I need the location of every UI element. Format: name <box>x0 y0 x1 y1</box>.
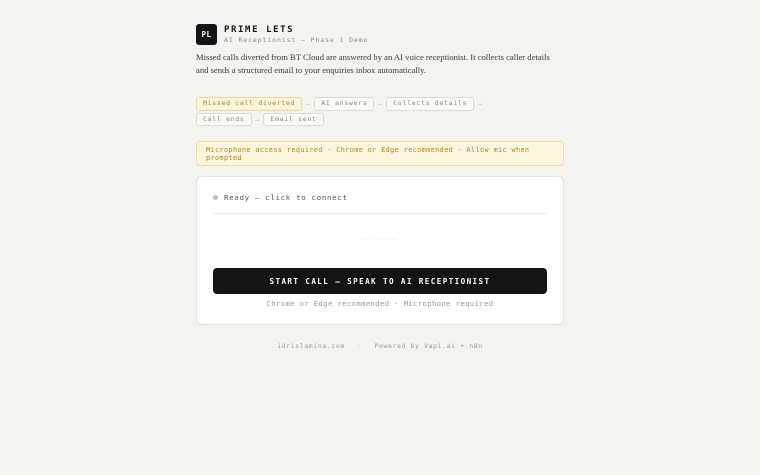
flow-arrow-icon: → <box>478 100 483 109</box>
footer-separator: · <box>357 342 362 350</box>
footer-site-link[interactable]: idrislamina.com <box>277 342 345 350</box>
logo: PL <box>196 24 217 45</box>
call-status: Ready — click to connect <box>213 193 348 202</box>
flow-step-email-sent: Email sent <box>263 112 324 127</box>
header-titles: PRIME LETS AI Receptionist — Phase 1 Dem… <box>224 24 369 44</box>
status-dot-icon <box>213 195 218 201</box>
status-text: Ready — click to connect <box>224 193 348 203</box>
flow-step-call-ends: Call ends <box>196 112 252 127</box>
flow-arrow-icon: → <box>255 115 260 124</box>
transcript-placeholder: ·········· <box>361 237 399 244</box>
flow-arrow-icon: → <box>378 100 383 109</box>
header: PL PRIME LETS AI Receptionist — Phase 1 … <box>196 24 564 45</box>
main-container: PL PRIME LETS AI Receptionist — Phase 1 … <box>196 24 564 326</box>
brand-title: PRIME LETS <box>224 24 295 35</box>
start-call-button[interactable]: START CALL — SPEAK TO AI RECEPTIONIST <box>213 268 547 295</box>
description: Missed calls diverted from BT Cloud are … <box>196 52 550 76</box>
call-panel: Ready — click to connect ·········· STAR… <box>196 176 564 326</box>
footer-powered-by: Powered by Vapi.ai + n8n <box>374 342 483 350</box>
flow-step-ai-answers: AI answers <box>314 97 375 111</box>
call-hint: Chrome or Edge recommended · Microphone … <box>266 299 494 309</box>
flow-arrow-icon: → <box>306 100 311 109</box>
flow-step-collects-details: Collects details <box>386 97 475 111</box>
footer: idrislamina.com · Powered by Vapi.ai + n… <box>0 342 760 350</box>
brand-subtitle: AI Receptionist — Phase 1 Demo <box>224 35 369 44</box>
mic-notice: Microphone access required · Chrome or E… <box>196 141 564 167</box>
flow-steps: Missed call diverted → AI answers → Coll… <box>196 97 526 127</box>
divider <box>213 213 547 215</box>
flow-step-missed-call: Missed call diverted <box>196 97 303 111</box>
